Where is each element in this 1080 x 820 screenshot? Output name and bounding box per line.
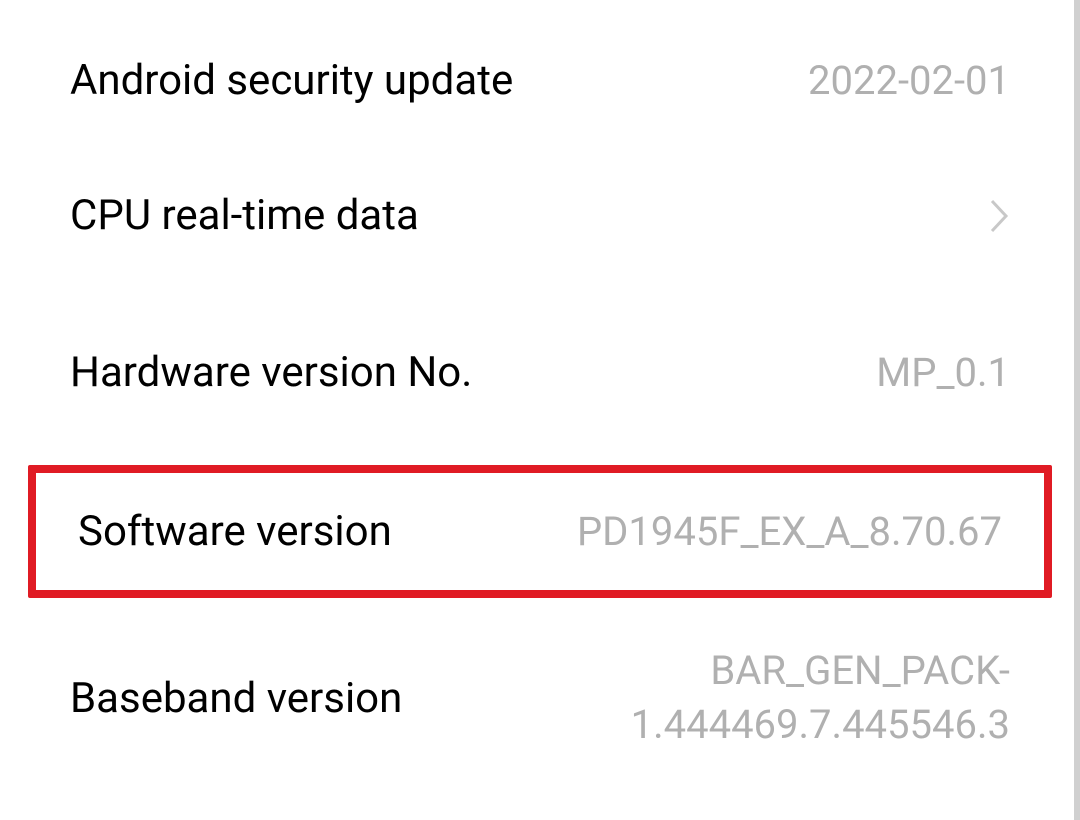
row-cpu-realtime-data[interactable]: CPU real-time data [0,141,1080,290]
row-right-group [988,197,1010,235]
row-software-version[interactable]: Software version PD1945F_EX_A_8.70.67 [28,465,1052,598]
settings-list: Android security update 2022-02-01 CPU r… [0,0,1080,808]
label-software-version: Software version [78,507,392,556]
settings-about-panel: Android security update 2022-02-01 CPU r… [0,0,1080,820]
value-baseband-version: BAR_GEN_PACK-1.444469.7.445546.3 [422,644,1010,752]
row-android-security-update[interactable]: Android security update 2022-02-01 [0,20,1080,141]
label-hardware-version: Hardware version No. [70,348,472,397]
row-baseband-version[interactable]: Baseband version BAR_GEN_PACK-1.444469.7… [0,608,1080,788]
label-android-security-update: Android security update [70,56,513,105]
value-hardware-version: MP_0.1 [876,349,1010,396]
row-hardware-version[interactable]: Hardware version No. MP_0.1 [0,290,1080,455]
chevron-right-icon [988,197,1010,235]
label-baseband-version: Baseband version [70,674,402,723]
value-android-security-update: 2022-02-01 [808,57,1010,104]
scrollbar[interactable] [1074,0,1080,820]
value-software-version: PD1945F_EX_A_8.70.67 [577,508,1002,555]
label-cpu-realtime-data: CPU real-time data [70,191,419,240]
